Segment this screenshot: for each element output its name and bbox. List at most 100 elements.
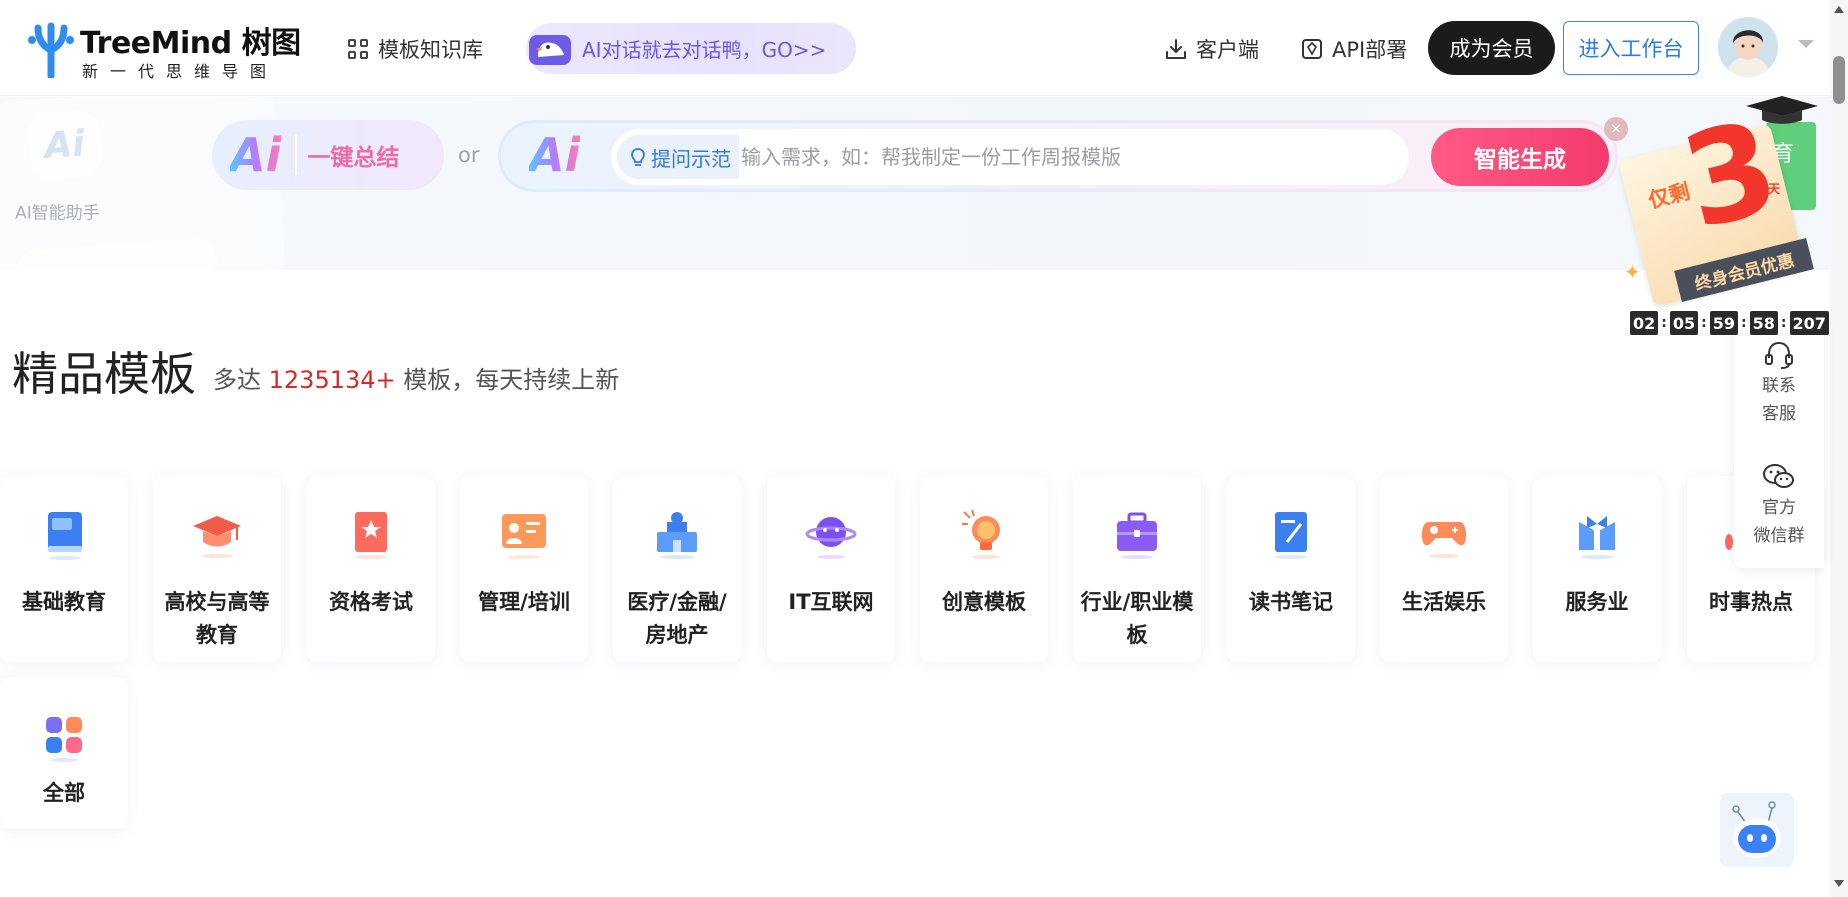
wechat-label-1: 官方 — [1762, 498, 1796, 518]
grid-icon — [348, 39, 368, 59]
promo-days-unit: 天 — [1768, 182, 1781, 196]
category-label: 行业/职业模板 — [1080, 590, 1194, 647]
lightbulb-hint-icon — [631, 148, 645, 166]
category-label: 服务业 — [1565, 590, 1629, 614]
scroll-down-arrow-icon[interactable] — [1834, 880, 1844, 887]
category-card-higher-education[interactable]: 高校与高等教育 — [153, 476, 281, 662]
contact-service-button[interactable]: 联系 客服 — [1734, 340, 1824, 428]
category-card-life-entertainment[interactable]: 生活娱乐 — [1380, 476, 1508, 662]
countdown-seconds: 58 — [1749, 311, 1778, 335]
wechat-icon — [1763, 464, 1794, 488]
logo-name: TreeMind 树图 — [80, 26, 301, 61]
presentation-icon — [502, 514, 546, 559]
become-member-button[interactable]: 成为会员 — [1428, 21, 1555, 75]
category-card-basic-education[interactable]: 基础教育 — [0, 476, 128, 662]
ai-chat-promo-label: AI对话就去对话鸭，GO>> — [582, 38, 827, 62]
ai-generate-bar: Ai 提问示范 智能生成 — [498, 120, 1618, 192]
page-scrollbar[interactable] — [1830, 0, 1848, 897]
treemind-logo[interactable]: TreeMind 树图 新一代思维导图 — [28, 18, 301, 81]
category-label: 医疗/金融/房地产 — [627, 590, 727, 647]
user-menu-chevron-down-icon[interactable] — [1798, 40, 1814, 48]
logo-tagline: 新一代思维导图 — [82, 62, 279, 81]
ai-summary-logo-icon: Ai — [230, 128, 282, 182]
subtitle-prefix: 多达 — [213, 366, 269, 394]
subtitle-suffix: 模板，每天持续上新 — [395, 366, 620, 394]
enter-workbench-button[interactable]: 进入工作台 — [1563, 21, 1699, 75]
scroll-up-arrow-icon[interactable] — [1834, 6, 1844, 13]
download-icon — [1166, 39, 1186, 59]
section-subtitle: 多达 1235134+ 模板，每天持续上新 — [213, 360, 619, 395]
contact-service-label-2: 客服 — [1762, 404, 1796, 424]
user-avatar[interactable] — [1718, 17, 1778, 77]
notebook-icon — [1275, 512, 1307, 559]
briefcase-icon — [1117, 512, 1157, 559]
all-apps-icon — [46, 717, 82, 762]
bowtie-icon — [1579, 516, 1615, 559]
scrollbar-thumb[interactable] — [1833, 56, 1845, 104]
nav-template-library-label: 模板知识库 — [378, 38, 483, 62]
building-icon — [657, 512, 697, 559]
ai-prompt-box: 提问示范 — [611, 129, 1409, 185]
smart-generate-button[interactable]: 智能生成 — [1431, 128, 1609, 186]
ai-assistant-logo-icon: Ai — [26, 109, 103, 181]
graduation-cap-icon — [193, 516, 241, 558]
category-label: 全部 — [43, 781, 85, 805]
category-label: 高校与高等教育 — [164, 590, 270, 647]
one-click-summary-label: 一键总结 — [307, 145, 400, 171]
ai-prompt-input[interactable] — [741, 135, 1391, 179]
top-header: TreeMind 树图 新一代思维导图 模板知识库 AI对话就去对话鸭，GO>>… — [0, 0, 1830, 96]
category-label: 读书笔记 — [1249, 590, 1333, 614]
category-card-all[interactable]: 全部 — [0, 677, 128, 829]
certificate-icon — [355, 512, 387, 559]
category-card-reading-notes[interactable]: 读书笔记 — [1227, 476, 1355, 662]
client-download-link[interactable]: 客户端 — [1164, 34, 1259, 64]
category-card-service-industry[interactable]: 服务业 — [1533, 476, 1661, 662]
category-card-management-training[interactable]: 管理/培训 — [460, 476, 588, 662]
lifetime-member-promo[interactable]: 育 仅剩 3 天 终身会员优惠 ✦ — [1618, 92, 1830, 307]
template-count: 1235134+ — [268, 366, 396, 394]
ai-chat-promo-link[interactable]: AI对话就去对话鸭，GO>> — [526, 23, 856, 74]
tree-logo-icon — [28, 22, 74, 78]
or-separator: or — [458, 143, 480, 167]
category-card-medical-finance-realestate[interactable]: 医疗/金融/房地产 — [613, 476, 741, 662]
nav-template-library[interactable]: 模板知识库 — [348, 34, 483, 64]
robot-icon — [1732, 801, 1781, 858]
client-download-label: 客户端 — [1196, 38, 1259, 62]
lightbulb-icon — [962, 509, 1000, 559]
category-card-industry-career[interactable]: 行业/职业模板 — [1073, 476, 1201, 662]
book-icon — [48, 512, 82, 560]
duck-icon — [529, 35, 571, 65]
category-label: 时事热点 — [1709, 590, 1793, 614]
ai-banner: Ai AI智能助手 Ai 一键总结 or Ai 提问示范 智能生成 × — [0, 97, 1830, 270]
category-label: 资格考试 — [329, 590, 413, 614]
api-deploy-label: API部署 — [1332, 38, 1408, 62]
one-click-summary-button[interactable]: Ai 一键总结 — [212, 120, 444, 190]
section-title: 精品模板 — [12, 347, 196, 401]
headset-icon — [1765, 341, 1793, 369]
floating-side-tools: 联系 客服 官方 微信群 — [1734, 320, 1824, 568]
contact-service-label-1: 联系 — [1762, 376, 1796, 396]
countdown-milliseconds: 207 — [1789, 311, 1829, 335]
category-card-creative-templates[interactable]: 创意模板 — [920, 476, 1048, 662]
ai-assistant-search-box[interactable] — [15, 237, 219, 270]
category-card-qualification-exam[interactable]: 资格考试 — [307, 476, 435, 662]
category-label: 生活娱乐 — [1402, 590, 1486, 614]
category-card-it-internet[interactable]: IT互联网 — [767, 476, 895, 662]
category-label: 基础教育 — [22, 590, 106, 614]
countdown-days: 02 — [1630, 311, 1659, 335]
category-label: IT互联网 — [788, 590, 874, 614]
summary-divider — [295, 135, 298, 175]
ai-generate-logo-icon: Ai — [529, 128, 581, 182]
ai-robot-assistant-button[interactable] — [1720, 793, 1794, 867]
sparkle-icon: ✦ — [1624, 260, 1641, 284]
countdown-hours: 05 — [1669, 311, 1699, 335]
prompt-example-button[interactable]: 提问示范 — [617, 135, 739, 179]
api-diamond-icon — [1302, 39, 1322, 59]
prompt-example-label: 提问示范 — [651, 146, 731, 171]
official-wechat-group-button[interactable]: 官方 微信群 — [1734, 462, 1824, 550]
promo-countdown: 02: 05: 59: 58: 207 — [1630, 311, 1829, 335]
category-label: 管理/培训 — [478, 590, 570, 614]
api-deploy-link[interactable]: API部署 — [1300, 34, 1407, 64]
wechat-label-2: 微信群 — [1753, 526, 1805, 546]
planet-icon — [805, 517, 857, 559]
